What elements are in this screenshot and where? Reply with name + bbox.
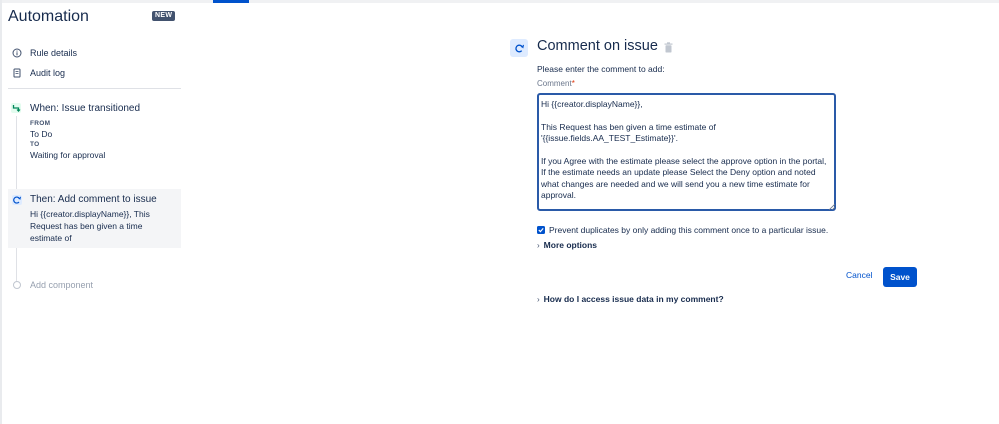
info-icon — [12, 48, 22, 58]
transition-icon — [11, 103, 21, 113]
help-toggle[interactable]: › How do I access issue data in my comme… — [537, 294, 724, 304]
active-tab-indicator — [213, 0, 249, 3]
from-value: To Do — [30, 129, 53, 139]
add-component-dot — [13, 281, 21, 289]
check-icon — [538, 228, 544, 233]
to-label: TO — [30, 141, 40, 148]
window-edge — [0, 0, 2, 424]
sidebar-divider — [8, 88, 181, 89]
comment-label-text: Comment — [537, 79, 572, 88]
comment-textarea[interactable]: Hi {{creator.displayName}}, This Request… — [537, 93, 836, 211]
more-options-toggle[interactable]: › More options — [537, 240, 597, 250]
comment-refresh-icon — [514, 44, 524, 52]
document-icon — [13, 68, 21, 78]
nav-rule-details[interactable]: Rule details — [12, 46, 77, 60]
action-step-title: Then: Add comment to issue — [30, 194, 157, 205]
nav-rule-details-label: Rule details — [30, 48, 78, 58]
comment-refresh-icon — [12, 195, 22, 205]
action-step-description: Hi {{creator.displayName}}, This Request… — [30, 209, 150, 243]
chevron-right-icon: › — [537, 240, 540, 250]
more-options-label: More options — [543, 240, 598, 250]
instruction-text: Please enter the comment to add: — [537, 64, 665, 74]
add-component-link[interactable]: Add component — [30, 280, 93, 290]
new-badge: NEW — [152, 11, 176, 21]
chevron-right-icon: › — [537, 294, 540, 304]
cancel-button[interactable]: Cancel — [846, 270, 872, 280]
nav-audit-log[interactable]: Audit log — [12, 66, 65, 80]
trigger-step[interactable]: When: Issue transitioned — [30, 103, 140, 114]
panel-title: Comment on issue — [537, 38, 658, 54]
resize-handle-icon[interactable] — [829, 204, 835, 210]
page-title: Automation — [8, 8, 89, 25]
prevent-duplicates-label: Prevent duplicates by only adding this c… — [549, 225, 829, 235]
trash-icon[interactable] — [664, 42, 673, 53]
help-toggle-label: How do I access issue data in my comment… — [543, 294, 724, 304]
nav-audit-log-label: Audit log — [30, 68, 66, 78]
top-bar — [0, 0, 999, 3]
required-marker: * — [571, 79, 575, 88]
prevent-duplicates-checkbox[interactable] — [537, 226, 545, 234]
panel-header-icon — [510, 39, 528, 57]
to-value: Waiting for approval — [30, 150, 106, 160]
save-button[interactable]: Save — [883, 267, 917, 287]
comment-field-label: Comment* — [537, 79, 575, 88]
from-label: FROM — [30, 120, 51, 127]
prevent-duplicates-row: Prevent duplicates by only adding this c… — [537, 225, 828, 235]
